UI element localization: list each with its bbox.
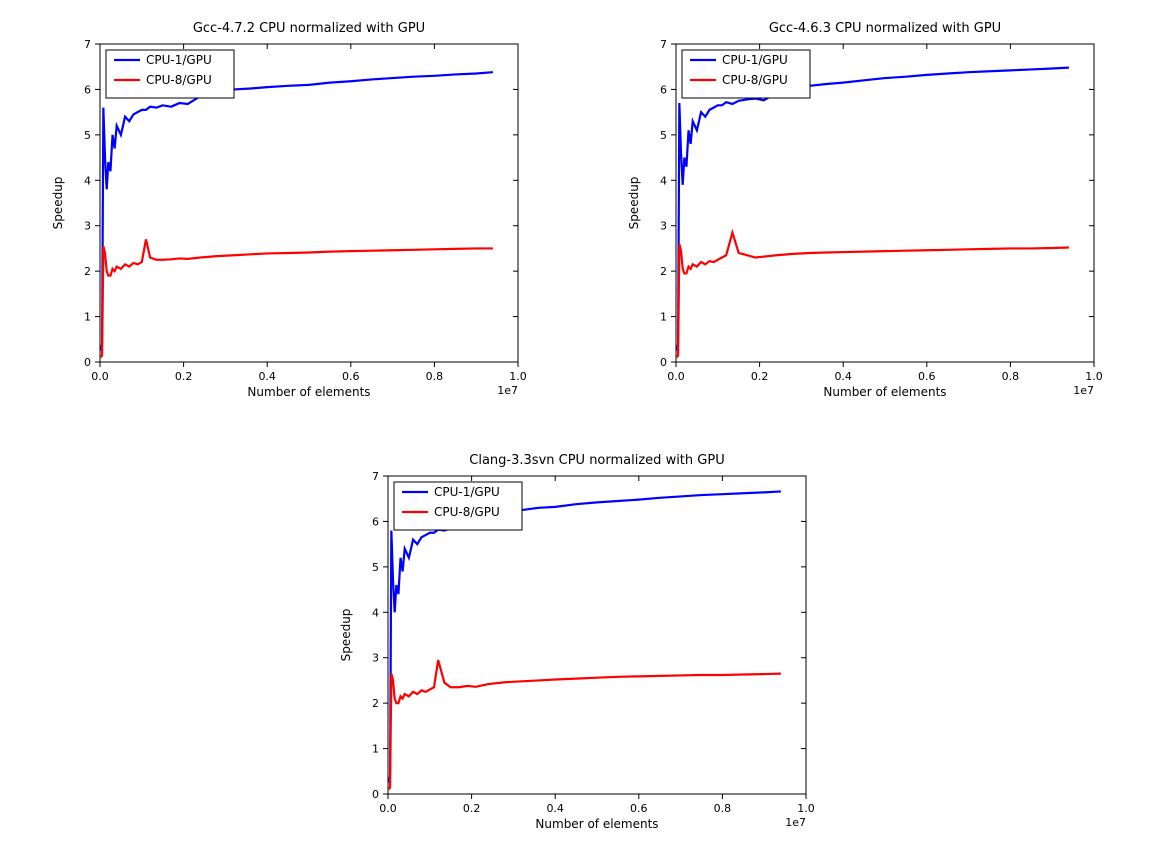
x-tick-label: 0.8 [714,802,732,815]
y-tick-label: 1 [372,743,379,756]
x-tick-label: 1.0 [1085,370,1103,383]
y-tick-label: 7 [84,38,91,51]
chart-cell-2: 0.0 0.2 0.4 0.6 0.8 1.0 0 1 2 3 4 5 6 7 1e7 Number of e… [10,442,1142,854]
chart-gcc463: 0.0 0.2 0.4 0.6 0.8 1.0 0 1 2 3 4 5 6 7 1e7 Number of e… [614,16,1114,416]
x-tick-label: 0.0 [379,802,397,815]
y-tick-label: 2 [372,697,379,710]
y-tick-label: 1 [660,311,667,324]
y-tick-label: 3 [84,220,91,233]
y-tick-label: 3 [660,220,667,233]
series-line [677,233,1069,358]
x-tick-label: 0.0 [91,370,109,383]
chart-grid: 0.0 0.2 0.4 0.6 0.8 1.0 0 1 2 3 4 5 6 7 1e7 Number of e… [10,10,1142,854]
legend-label: CPU-8/GPU [146,73,212,87]
x-tick-label: 0.6 [342,370,360,383]
y-tick-label: 5 [84,129,91,142]
y-tick-label: 6 [84,83,91,96]
x-tick-label: 0.4 [834,370,852,383]
chart-cell-0: 0.0 0.2 0.4 0.6 0.8 1.0 0 1 2 3 4 5 6 7 1e7 Number of e… [10,10,566,422]
x-exponent: 1e7 [497,384,518,397]
x-tick-label: 1.0 [509,370,527,383]
y-tick-label: 5 [660,129,667,142]
x-tick-label: 0.4 [546,802,564,815]
y-tick-label: 3 [372,652,379,665]
x-exponent: 1e7 [1073,384,1094,397]
chart-cell-1: 0.0 0.2 0.4 0.6 0.8 1.0 0 1 2 3 4 5 6 7 1e7 Number of e… [586,10,1142,422]
x-tick-label: 0.0 [667,370,685,383]
y-tick-label: 2 [84,265,91,278]
y-axis-label: Speedup [51,177,65,230]
y-tick-label: 5 [372,561,379,574]
series-line [101,239,493,357]
legend-label: CPU-1/GPU [146,53,212,67]
x-tick-label: 0.6 [918,370,936,383]
x-tick-label: 0.2 [463,802,481,815]
y-tick-label: 6 [372,515,379,528]
series-line [389,660,781,789]
legend-label: CPU-8/GPU [434,505,500,519]
x-tick-label: 0.4 [258,370,276,383]
y-axis-label: Speedup [339,609,353,662]
chart-gcc472: 0.0 0.2 0.4 0.6 0.8 1.0 0 1 2 3 4 5 6 7 1e7 Number of e… [38,16,538,416]
chart-clang33: 0.0 0.2 0.4 0.6 0.8 1.0 0 1 2 3 4 5 6 7 1e7 Number of e… [326,448,826,848]
x-tick-label: 0.2 [175,370,193,383]
x-tick-label: 0.6 [630,802,648,815]
legend-label: CPU-1/GPU [722,53,788,67]
x-axis-label: Number of elements [247,385,370,399]
legend-label: CPU-1/GPU [434,485,500,499]
y-tick-label: 4 [372,606,379,619]
y-tick-label: 0 [660,356,667,369]
legend-label: CPU-8/GPU [722,73,788,87]
series-line [389,491,781,782]
y-tick-label: 2 [660,265,667,278]
series-line [101,72,493,350]
y-tick-label: 0 [372,788,379,801]
y-tick-label: 7 [372,470,379,483]
series-line [677,68,1069,351]
x-tick-label: 0.2 [751,370,769,383]
x-axis-label: Number of elements [823,385,946,399]
chart-title: Clang-3.3svn CPU normalized with GPU [469,453,724,468]
y-tick-label: 4 [84,174,91,187]
chart-title: Gcc-4.6.3 CPU normalized with GPU [769,21,1001,36]
x-tick-label: 0.8 [1002,370,1020,383]
y-tick-label: 4 [660,174,667,187]
y-tick-label: 1 [84,311,91,324]
y-axis-label: Speedup [627,177,641,230]
x-axis-label: Number of elements [535,817,658,831]
x-tick-label: 1.0 [797,802,815,815]
chart-title: Gcc-4.7.2 CPU normalized with GPU [193,21,425,36]
y-tick-label: 7 [660,38,667,51]
y-tick-label: 6 [660,83,667,96]
x-exponent: 1e7 [785,816,806,829]
x-tick-label: 0.8 [426,370,444,383]
y-tick-label: 0 [84,356,91,369]
